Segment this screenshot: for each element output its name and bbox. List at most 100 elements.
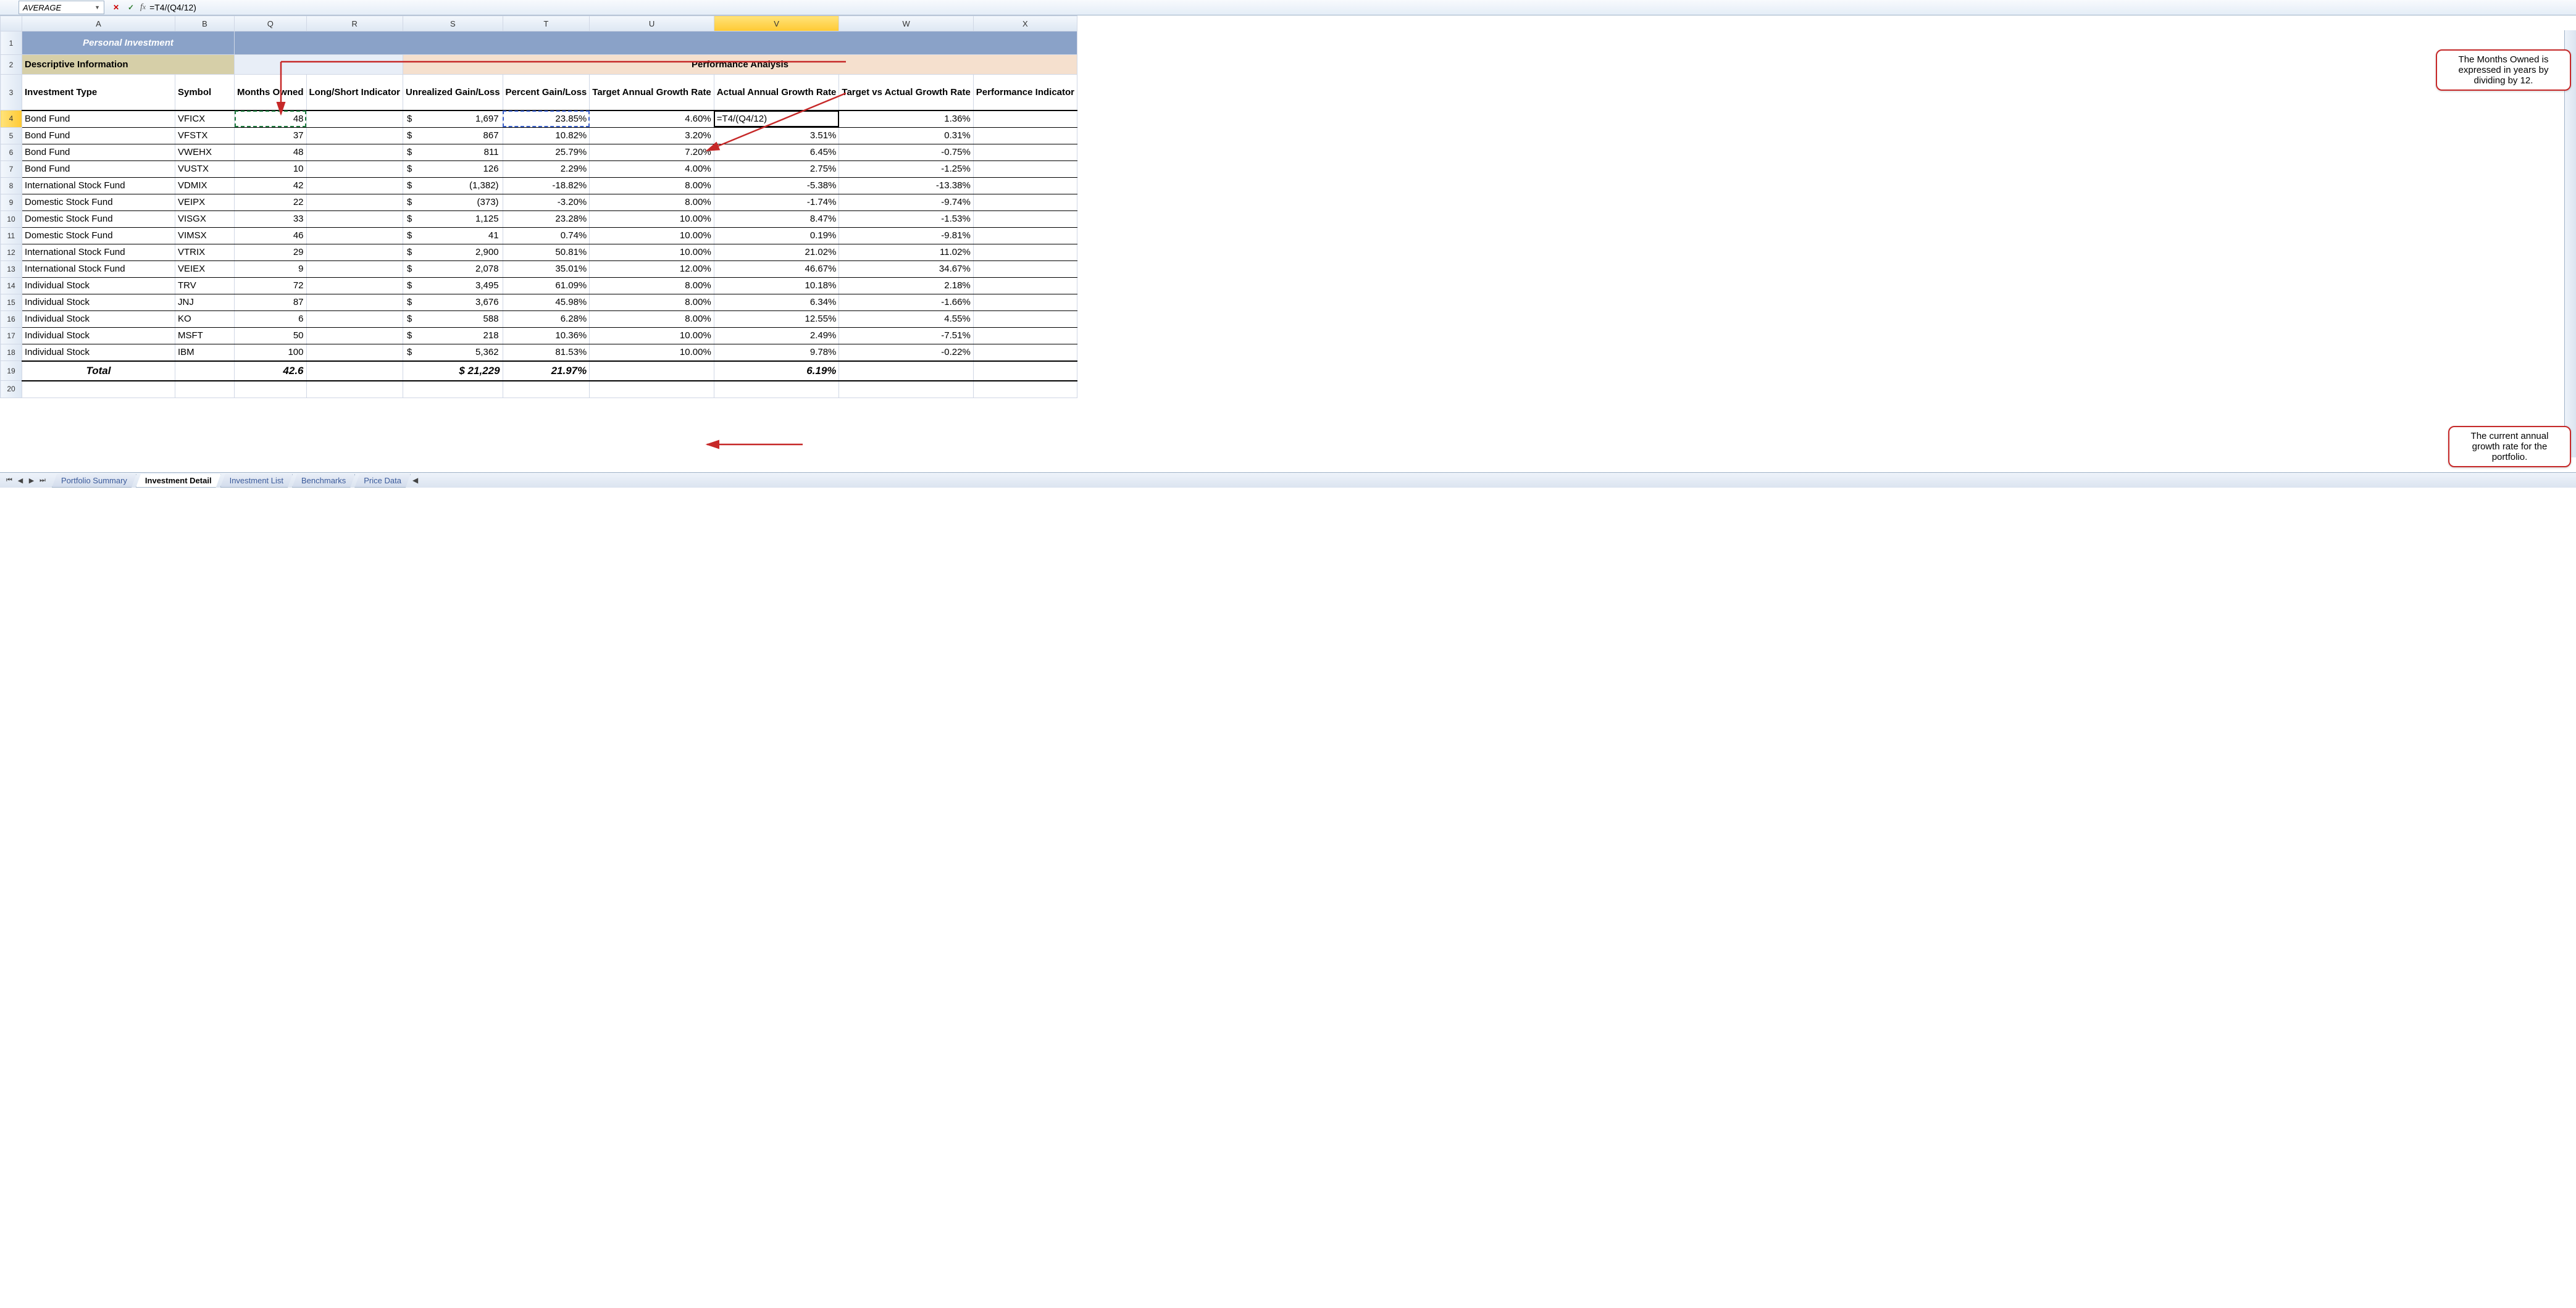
cell[interactable]: 8.47% bbox=[714, 210, 839, 227]
row-header[interactable]: 8 bbox=[1, 177, 22, 194]
cell[interactable]: Domestic Stock Fund bbox=[22, 210, 175, 227]
cell[interactable]: 6.19% bbox=[714, 361, 839, 381]
cell[interactable] bbox=[973, 294, 1077, 310]
row-header[interactable]: 15 bbox=[1, 294, 22, 310]
col-header[interactable]: W bbox=[839, 16, 973, 31]
cell[interactable]: -1.53% bbox=[839, 210, 973, 227]
row-header[interactable]: 12 bbox=[1, 244, 22, 260]
cell[interactable]: MSFT bbox=[175, 327, 235, 344]
cell[interactable]: International Stock Fund bbox=[22, 244, 175, 260]
cell[interactable]: TRV bbox=[175, 277, 235, 294]
cell[interactable]: JNJ bbox=[175, 294, 235, 310]
cell[interactable] bbox=[22, 381, 175, 398]
cell[interactable]: 46 bbox=[235, 227, 307, 244]
cell[interactable]: VTRIX bbox=[175, 244, 235, 260]
cell[interactable]: 46.67% bbox=[714, 260, 839, 277]
cell[interactable]: -3.20% bbox=[503, 194, 590, 210]
active-cell[interactable]: =T4/(Q4/12) bbox=[714, 110, 839, 128]
cell[interactable]: 7.20% bbox=[590, 144, 714, 160]
cell[interactable]: 12.00% bbox=[590, 260, 714, 277]
cell[interactable] bbox=[306, 194, 403, 210]
cell[interactable] bbox=[175, 381, 235, 398]
cell[interactable] bbox=[306, 310, 403, 327]
cell[interactable]: 100 bbox=[235, 344, 307, 361]
cell[interactable]: 8.00% bbox=[590, 177, 714, 194]
cell[interactable] bbox=[973, 260, 1077, 277]
cell[interactable]: 8.00% bbox=[590, 294, 714, 310]
cell[interactable]: 35.01% bbox=[503, 260, 590, 277]
tab-scroll-indicator-icon[interactable]: ◀ bbox=[412, 476, 418, 485]
cell[interactable]: Individual Stock bbox=[22, 277, 175, 294]
cell[interactable]: 10 bbox=[235, 160, 307, 177]
cell[interactable]: Bond Fund bbox=[22, 144, 175, 160]
sheet-tab[interactable]: Price Data bbox=[354, 474, 411, 488]
cell[interactable]: 3.51% bbox=[714, 127, 839, 144]
col-header[interactable]: V bbox=[714, 16, 839, 31]
cell[interactable]: 8.00% bbox=[590, 277, 714, 294]
cell[interactable]: $811 bbox=[403, 144, 503, 160]
cell[interactable]: $3,495 bbox=[403, 277, 503, 294]
cell[interactable]: 34.67% bbox=[839, 260, 973, 277]
vertical-scrollbar[interactable] bbox=[2564, 30, 2576, 457]
cell[interactable]: Individual Stock bbox=[22, 310, 175, 327]
cell[interactable]: 6.28% bbox=[503, 310, 590, 327]
cell[interactable]: 6 bbox=[235, 310, 307, 327]
cell[interactable]: 48 bbox=[235, 144, 307, 160]
cell[interactable]: IBM bbox=[175, 344, 235, 361]
name-box-dropdown-icon[interactable]: ▼ bbox=[94, 4, 100, 10]
cell[interactable]: 37 bbox=[235, 127, 307, 144]
row-header[interactable]: 2 bbox=[1, 55, 22, 75]
row-header[interactable]: 16 bbox=[1, 310, 22, 327]
cell[interactable]: $(1,382) bbox=[403, 177, 503, 194]
cell[interactable]: International Stock Fund bbox=[22, 177, 175, 194]
cell[interactable] bbox=[306, 361, 403, 381]
cell[interactable]: 10.00% bbox=[590, 210, 714, 227]
cell[interactable] bbox=[973, 127, 1077, 144]
cell[interactable]: Bond Fund bbox=[22, 127, 175, 144]
cell[interactable]: 12.55% bbox=[714, 310, 839, 327]
row-header[interactable]: 14 bbox=[1, 277, 22, 294]
cell[interactable]: 25.79% bbox=[503, 144, 590, 160]
cell[interactable]: 61.09% bbox=[503, 277, 590, 294]
cell[interactable] bbox=[306, 260, 403, 277]
cell[interactable]: $126 bbox=[403, 160, 503, 177]
cell[interactable] bbox=[973, 244, 1077, 260]
row-header[interactable]: 4 bbox=[1, 110, 22, 128]
row-header[interactable]: 17 bbox=[1, 327, 22, 344]
cell[interactable] bbox=[973, 144, 1077, 160]
cell[interactable]: 10.00% bbox=[590, 344, 714, 361]
cell[interactable]: VEIPX bbox=[175, 194, 235, 210]
cell[interactable]: 4.00% bbox=[590, 160, 714, 177]
sheet-tab[interactable]: Investment List bbox=[220, 474, 293, 488]
col-header[interactable]: A bbox=[22, 16, 175, 31]
cell[interactable]: 10.36% bbox=[503, 327, 590, 344]
cell[interactable]: 8.00% bbox=[590, 310, 714, 327]
tab-next-icon[interactable]: ▶ bbox=[26, 475, 37, 486]
cell[interactable]: $867 bbox=[403, 127, 503, 144]
cell[interactable]: 42 bbox=[235, 177, 307, 194]
cell[interactable]: 23.85% bbox=[503, 110, 590, 128]
col-header[interactable]: S bbox=[403, 16, 503, 31]
cell[interactable]: VEIEX bbox=[175, 260, 235, 277]
cell[interactable]: Bond Fund bbox=[22, 160, 175, 177]
cell[interactable]: 50 bbox=[235, 327, 307, 344]
cell[interactable]: 3.20% bbox=[590, 127, 714, 144]
cell[interactable] bbox=[839, 381, 973, 398]
cell[interactable]: -1.66% bbox=[839, 294, 973, 310]
cell[interactable]: $2,900 bbox=[403, 244, 503, 260]
cell[interactable]: Individual Stock bbox=[22, 294, 175, 310]
cell[interactable]: Individual Stock bbox=[22, 344, 175, 361]
cell[interactable] bbox=[973, 277, 1077, 294]
cell[interactable]: 87 bbox=[235, 294, 307, 310]
cell[interactable]: 2.18% bbox=[839, 277, 973, 294]
row-header[interactable]: 3 bbox=[1, 75, 22, 110]
cell[interactable]: VFSTX bbox=[175, 127, 235, 144]
cell[interactable]: 6.34% bbox=[714, 294, 839, 310]
cell[interactable]: -7.51% bbox=[839, 327, 973, 344]
cell[interactable] bbox=[973, 177, 1077, 194]
cell[interactable]: $588 bbox=[403, 310, 503, 327]
row-header[interactable]: 1 bbox=[1, 31, 22, 55]
cell[interactable]: 42.6 bbox=[235, 361, 307, 381]
cell[interactable]: $41 bbox=[403, 227, 503, 244]
cell[interactable]: $1,697 bbox=[403, 110, 503, 128]
